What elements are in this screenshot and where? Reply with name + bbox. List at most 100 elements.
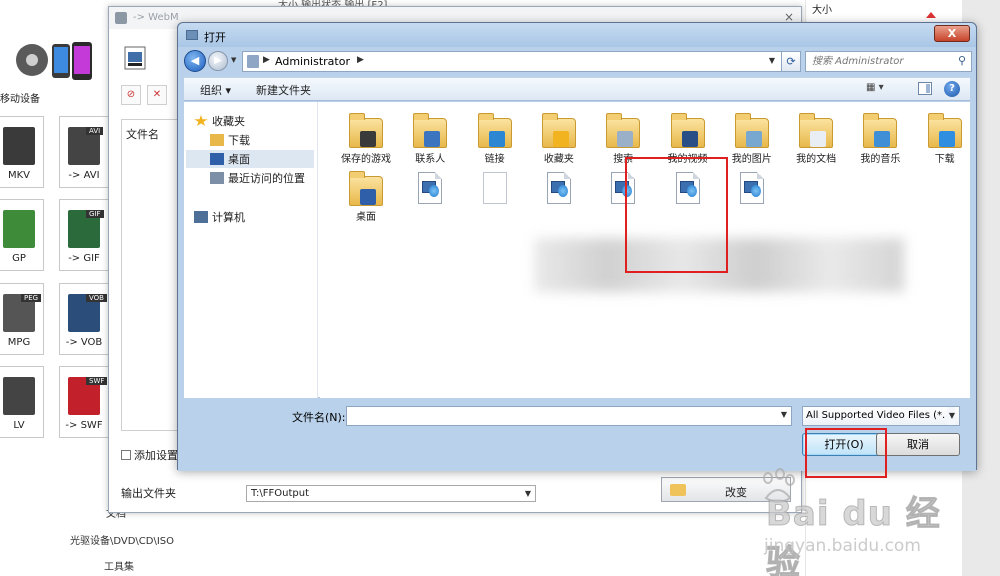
address-row: ◀ ▶ ▼ ▶ Administrator ▶ ▼ ⟳ ⚲: [184, 49, 972, 75]
new-folder-button[interactable]: 新建文件夹: [256, 82, 311, 98]
video-file-icon: [413, 170, 447, 206]
format-label: -> GIF: [68, 253, 100, 264]
format-label: MPG: [7, 337, 31, 348]
bottom-nav-tools[interactable]: 工具集: [104, 558, 134, 573]
folder-item[interactable]: 桌面: [334, 168, 398, 226]
file-item[interactable]: [527, 168, 591, 226]
dialog-close-button[interactable]: X: [934, 25, 970, 42]
folder-icon: [670, 112, 705, 148]
folder-item[interactable]: 收藏夹: [527, 110, 591, 168]
output-folder-select[interactable]: T:\FFOutput ▼: [246, 485, 536, 502]
file-item[interactable]: [398, 168, 462, 226]
folder-shape: [734, 113, 769, 148]
folder-icon: [541, 112, 576, 148]
file-name-column-header[interactable]: 文件名: [126, 126, 159, 142]
user-folder-icon: [247, 55, 259, 68]
search-icon[interactable]: ⚲: [958, 54, 966, 67]
folder-overlay-icon: [424, 131, 441, 147]
format-label: MKV: [7, 170, 31, 181]
open-file-dialog: 打开 X ◀ ▶ ▼ ▶ Administrator ▶ ▼ ⟳ ⚲ 组织 ▾ …: [177, 22, 977, 471]
app-icon: [115, 12, 127, 24]
nav-item[interactable]: 最近访问的位置: [210, 169, 305, 187]
nav-item[interactable]: 收藏夹: [194, 112, 245, 130]
file-type-value: All Supported Video Files (*.: [806, 410, 946, 421]
format-tile[interactable]: PEG MPG: [0, 283, 44, 355]
address-history-dropdown[interactable]: ▼: [769, 56, 775, 65]
bottom-nav-optical[interactable]: 光驱设备\DVD\CD\ISO: [70, 532, 174, 547]
folder-icon: [606, 112, 641, 148]
format-badge: GIF: [86, 210, 104, 218]
folder-item[interactable]: 我的文档: [784, 110, 848, 168]
file-item[interactable]: [720, 168, 784, 226]
nav-item-label: 桌面: [228, 153, 250, 166]
clear-icon[interactable]: ✕: [147, 85, 167, 105]
address-bar[interactable]: ▶ Administrator ▶ ▼: [242, 51, 782, 72]
folder-item[interactable]: 保存的游戏: [334, 110, 398, 168]
help-icon[interactable]: ?: [944, 81, 960, 97]
nav-item[interactable]: 下载: [210, 131, 250, 149]
organize-menu[interactable]: 组织 ▾: [200, 82, 231, 98]
folder-shape: [670, 113, 705, 148]
webm-file-list[interactable]: 文件名: [121, 119, 181, 431]
up-arrow-icon: [926, 12, 936, 18]
format-badge: SWF: [86, 377, 108, 385]
folder-shape: [413, 113, 448, 148]
filename-input[interactable]: ▼: [346, 406, 792, 426]
breadcrumb-administrator[interactable]: Administrator: [275, 55, 350, 68]
folder-item[interactable]: 我的音乐: [848, 110, 912, 168]
back-button[interactable]: ◀: [184, 50, 206, 72]
format-tile[interactable]: SWF -> SWF: [59, 366, 109, 438]
nav-item-label: 最近访问的位置: [228, 172, 305, 185]
nav-item-label: 下载: [228, 134, 250, 147]
forward-button[interactable]: ▶: [208, 51, 228, 71]
chevron-down-icon[interactable]: ▼: [781, 410, 787, 419]
refresh-button[interactable]: ⟳: [781, 51, 801, 72]
dialog-title-bar: 打开 X: [178, 23, 976, 47]
format-tile[interactable]: AVI -> AVI: [59, 116, 109, 188]
folder-overlay-icon: [552, 131, 569, 147]
search-box[interactable]: ⚲: [805, 51, 972, 72]
nav-item[interactable]: 计算机: [194, 208, 245, 226]
folder-overlay-icon: [810, 131, 827, 147]
mobile-devices-label: 移动设备: [0, 94, 40, 105]
folder-item[interactable]: 我的图片: [720, 110, 784, 168]
filename-label: 文件名(N):: [292, 411, 346, 424]
format-tile[interactable]: LV: [0, 366, 44, 438]
video-file-page: [418, 172, 443, 204]
folder-shape: [927, 113, 962, 148]
format-tile[interactable]: GIF -> GIF: [59, 199, 109, 271]
folder-item[interactable]: 链接: [463, 110, 527, 168]
recent-pages-dropdown[interactable]: ▼: [231, 56, 236, 64]
file-item[interactable]: [463, 168, 527, 226]
navigation-pane: 收藏夹下载桌面最近访问的位置计算机: [184, 102, 318, 398]
chevron-down-icon[interactable]: ▼: [946, 407, 955, 425]
format-icon: [3, 377, 35, 415]
format-icon: [3, 127, 35, 165]
nav-item[interactable]: 桌面: [186, 150, 314, 168]
watermark-brand: Bai du 经验: [766, 494, 941, 576]
preview-pane-icon[interactable]: [918, 82, 932, 95]
folder-item[interactable]: 联系人: [398, 110, 462, 168]
remove-icon[interactable]: ⊘: [121, 85, 141, 105]
folder-icon: [349, 112, 383, 148]
format-label: LV: [13, 420, 25, 431]
breadcrumb-separator-icon[interactable]: ▶: [263, 55, 270, 65]
chevron-down-icon[interactable]: ▼: [525, 486, 531, 501]
format-tile[interactable]: GP: [0, 199, 44, 271]
checkbox-box[interactable]: [121, 450, 131, 460]
download-folder-icon: [210, 134, 224, 146]
folder-overlay-icon: [681, 131, 698, 147]
folder-icon: [413, 112, 448, 148]
cancel-button[interactable]: 取消: [876, 433, 960, 456]
media-badge-icon: [750, 185, 761, 197]
watermark-url: jingyan.baidu.com: [764, 536, 921, 556]
folder-icon: [734, 112, 769, 148]
format-tile[interactable]: VOB -> VOB: [59, 283, 109, 355]
format-tile[interactable]: MKV: [0, 116, 44, 188]
file-type-select[interactable]: All Supported Video Files (*. ▼: [802, 406, 960, 426]
view-options-button[interactable]: ▦ ▾: [866, 82, 890, 97]
folder-item[interactable]: 下载: [913, 110, 977, 168]
format-badge: AVI: [86, 127, 104, 135]
breadcrumb-separator-icon[interactable]: ▶: [357, 55, 364, 65]
search-input[interactable]: [812, 54, 947, 69]
